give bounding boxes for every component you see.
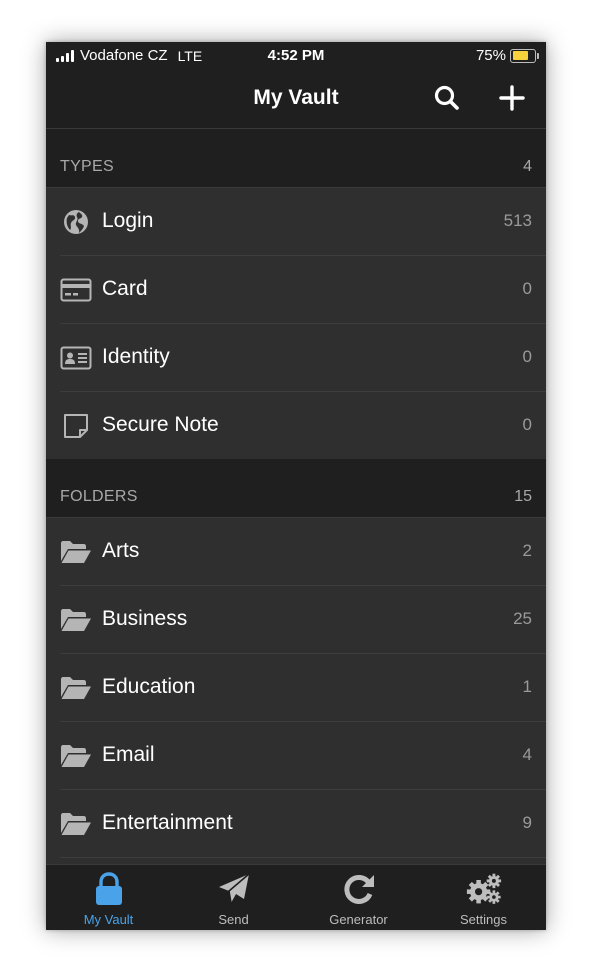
carrier-name: Vodafone CZ bbox=[80, 47, 168, 64]
network-type: LTE bbox=[177, 47, 203, 64]
list-item-folder[interactable]: Entertainment 9 bbox=[46, 790, 546, 858]
list-item-folder[interactable]: Arts 2 bbox=[46, 518, 546, 586]
tab-send[interactable]: Send bbox=[171, 865, 296, 930]
tab-my-vault[interactable]: My Vault bbox=[46, 865, 171, 930]
tab-settings[interactable]: Settings bbox=[421, 865, 546, 930]
folder-open-icon bbox=[60, 536, 92, 568]
battery-icon bbox=[510, 48, 539, 63]
section-title: FOLDERS bbox=[60, 488, 138, 505]
item-count: 25 bbox=[513, 609, 532, 628]
list-item-identity[interactable]: Identity 0 bbox=[46, 324, 546, 392]
globe-icon bbox=[60, 206, 92, 238]
folder-open-icon bbox=[60, 604, 92, 636]
navigation-bar: My Vault bbox=[46, 70, 546, 129]
note-icon bbox=[60, 410, 92, 442]
plus-icon bbox=[499, 85, 525, 111]
list-item-secure-note[interactable]: Secure Note 0 bbox=[46, 392, 546, 460]
item-count: 0 bbox=[522, 279, 532, 298]
list-item-folder[interactable]: Business 25 bbox=[46, 586, 546, 654]
tab-bar: My Vault Send Generator Settings bbox=[46, 864, 546, 930]
gears-icon bbox=[466, 871, 502, 907]
item-label: Login bbox=[102, 209, 154, 232]
section-count: 4 bbox=[523, 158, 532, 175]
item-count: 2 bbox=[522, 541, 532, 560]
list-item-login[interactable]: Login 513 bbox=[46, 188, 546, 256]
page-title: My Vault bbox=[253, 86, 339, 109]
types-list: Login 513 Card 0 Identity 0 Secure Note … bbox=[46, 188, 546, 460]
section-title: TYPES bbox=[60, 158, 114, 175]
refresh-icon bbox=[341, 871, 377, 907]
folders-list: Arts 2 Business 25 Education 1 Email 4 E… bbox=[46, 518, 546, 858]
folder-open-icon bbox=[60, 808, 92, 840]
status-left: Vodafone CZ LTE bbox=[56, 47, 202, 64]
tab-label: Generator bbox=[329, 912, 388, 927]
list-item-card[interactable]: Card 0 bbox=[46, 256, 546, 324]
item-label: Email bbox=[102, 743, 155, 766]
signal-strength-icon bbox=[56, 49, 74, 62]
tab-label: My Vault bbox=[83, 912, 134, 927]
credit-card-icon bbox=[60, 274, 92, 306]
item-count: 4 bbox=[522, 745, 532, 764]
item-count: 0 bbox=[522, 415, 532, 434]
tab-label: Settings bbox=[460, 912, 507, 927]
status-bar: Vodafone CZ LTE 4:52 PM 75% bbox=[46, 42, 546, 70]
section-count: 15 bbox=[514, 488, 532, 505]
item-count: 513 bbox=[503, 211, 532, 230]
search-button[interactable] bbox=[432, 83, 462, 113]
tab-label: Send bbox=[218, 912, 249, 927]
item-label: Education bbox=[102, 675, 196, 698]
list-item-folder[interactable]: Education 1 bbox=[46, 654, 546, 722]
types-section-header: TYPES 4 bbox=[46, 129, 546, 188]
add-item-button[interactable] bbox=[496, 82, 528, 114]
search-icon bbox=[434, 85, 459, 110]
id-card-icon bbox=[60, 342, 92, 374]
paper-plane-icon bbox=[216, 871, 252, 907]
item-label: Identity bbox=[102, 345, 170, 368]
lock-icon bbox=[91, 871, 127, 907]
battery-level-fill bbox=[512, 51, 529, 60]
folder-open-icon bbox=[60, 740, 92, 772]
status-right: 75% bbox=[475, 47, 539, 64]
item-count: 0 bbox=[522, 347, 532, 366]
phone-screen: Vodafone CZ LTE 4:52 PM 75% My Vault TYP… bbox=[46, 42, 546, 930]
folder-open-icon bbox=[60, 672, 92, 704]
tab-generator[interactable]: Generator bbox=[296, 865, 421, 930]
battery-tip bbox=[537, 52, 539, 59]
item-label: Arts bbox=[102, 539, 140, 562]
battery-percent: 75% bbox=[475, 47, 506, 64]
item-label: Secure Note bbox=[102, 413, 219, 436]
list-item-folder[interactable]: Email 4 bbox=[46, 722, 546, 790]
folders-section-header: FOLDERS 15 bbox=[46, 459, 546, 518]
item-label: Card bbox=[102, 277, 148, 300]
item-label: Entertainment bbox=[102, 811, 233, 834]
item-count: 9 bbox=[522, 813, 532, 832]
item-count: 1 bbox=[522, 677, 532, 696]
item-label: Business bbox=[102, 607, 188, 630]
